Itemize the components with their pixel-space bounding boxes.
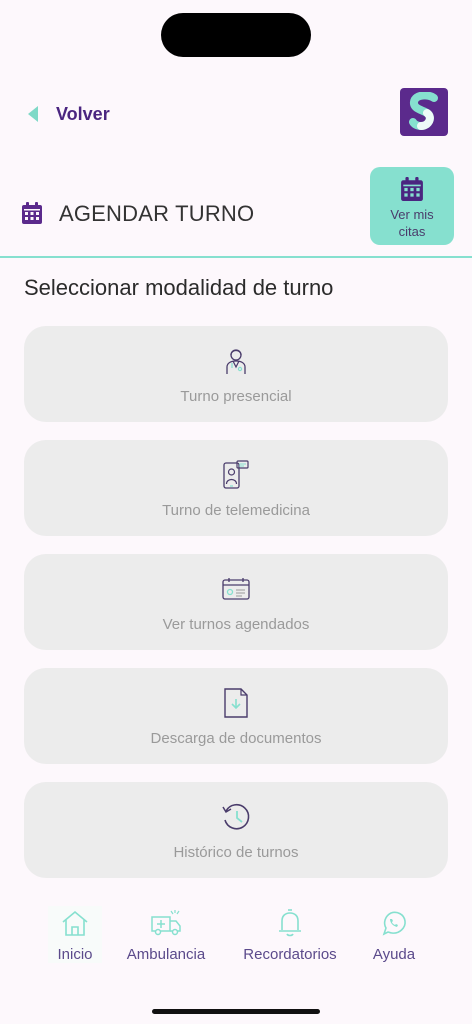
page-title: AGENDAR TURNO: [59, 201, 255, 226]
whatsapp-icon: [382, 911, 406, 936]
back-label: Volver: [56, 103, 110, 124]
history-clock-icon: [222, 804, 250, 830]
calendar-icon: [401, 177, 423, 201]
option-label: Histórico de turnos: [173, 844, 299, 861]
options-list: Turno presencial Turno de telemedicina V…: [24, 326, 448, 896]
tab-label: Inicio: [57, 946, 93, 963]
tab-recordatorios[interactable]: Recordatorios: [238, 906, 342, 963]
calendar-card-icon: [222, 578, 250, 600]
header-divider: [0, 256, 472, 258]
tab-ambulancia[interactable]: Ambulancia: [124, 906, 208, 963]
option-ver-turnos-agendados[interactable]: Ver turnos agendados: [24, 554, 448, 650]
tab-inicio[interactable]: Inicio: [48, 906, 102, 963]
title-row: AGENDAR TURNO Ver mis citas: [0, 166, 472, 246]
ver-mis-citas-button[interactable]: Ver mis citas: [370, 167, 454, 245]
bell-icon: [279, 909, 301, 937]
home-icon: [62, 910, 88, 936]
option-label: Turno de telemedicina: [162, 502, 310, 519]
tab-label: Recordatorios: [243, 946, 337, 963]
back-arrow-icon: [28, 106, 38, 122]
document-download-icon: [224, 688, 248, 718]
option-descarga-documentos[interactable]: Descarga de documentos: [24, 668, 448, 764]
logo-icon: [409, 92, 438, 131]
bottom-tab-bar: Inicio Ambulancia Recordatorios Ayuda: [0, 900, 472, 980]
ver-mis-citas-label: Ver mis citas: [390, 207, 434, 239]
option-label: Ver turnos agendados: [162, 616, 310, 633]
back-button[interactable]: Volver: [24, 98, 110, 130]
home-indicator: [152, 1009, 320, 1014]
app-logo: [400, 88, 448, 136]
option-turno-presencial[interactable]: Turno presencial: [24, 326, 448, 422]
option-turno-telemedicina[interactable]: Turno de telemedicina: [24, 440, 448, 536]
calendar-icon: [22, 202, 42, 224]
tab-label: Ambulancia: [126, 946, 206, 963]
section-title: Seleccionar modalidad de turno: [24, 275, 334, 300]
tab-label: Ayuda: [372, 946, 416, 963]
doctor-icon: [226, 349, 246, 374]
telemedicine-icon: [223, 460, 249, 489]
dynamic-island: [161, 13, 311, 57]
ambulance-icon: [151, 910, 181, 936]
tab-ayuda[interactable]: Ayuda: [370, 906, 418, 963]
option-historico-turnos[interactable]: Histórico de turnos: [24, 782, 448, 878]
option-label: Descarga de documentos: [150, 730, 322, 747]
option-label: Turno presencial: [180, 388, 292, 405]
header: Volver: [0, 86, 472, 142]
